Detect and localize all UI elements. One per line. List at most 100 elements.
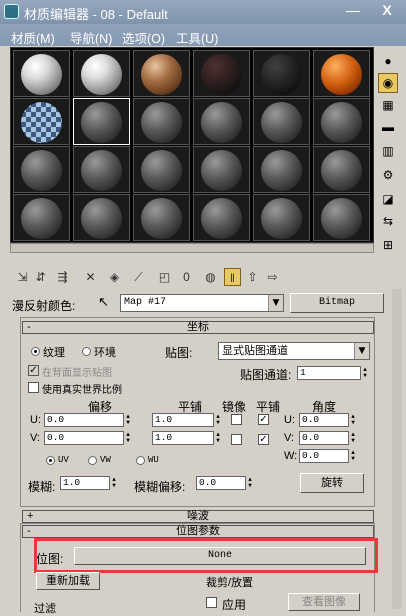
menu-material[interactable]: 材质(M) (11, 28, 55, 47)
reload-button[interactable]: 重新加载 (36, 572, 100, 590)
material-slot[interactable] (313, 194, 370, 241)
apply-checkbox[interactable] (206, 597, 217, 608)
show-map-on-back-checkbox[interactable]: ✓ (28, 365, 39, 376)
pick-map-icon[interactable]: ↖ (98, 294, 109, 310)
slots-horizontal-scrollbar[interactable] (10, 243, 374, 253)
make-preview-icon[interactable]: ⚙ (378, 165, 398, 185)
material-slot[interactable] (253, 50, 310, 97)
get-material-icon[interactable]: ⇲ (14, 268, 31, 286)
uv-radio[interactable] (46, 456, 55, 465)
material-slot[interactable] (313, 98, 370, 145)
material-slot[interactable] (133, 50, 190, 97)
material-slot[interactable] (253, 194, 310, 241)
material-slot[interactable] (253, 98, 310, 145)
spinner-arrows-icon[interactable]: ▲ ▼ (349, 432, 357, 444)
map-name-field[interactable]: Map #17 ▼ (120, 294, 284, 312)
w-angle-spinner[interactable]: 0.0 ▲ ▼ (299, 449, 355, 463)
coordinates-rollout-header[interactable]: - 坐标 (22, 321, 374, 334)
map-type-button[interactable]: Bitmap (290, 293, 384, 313)
show-map-in-viewport-icon[interactable]: ◍ (202, 268, 219, 286)
panel-vertical-scrollbar[interactable] (392, 289, 402, 609)
wu-radio[interactable] (136, 456, 145, 465)
blur-offset-spinner[interactable]: 0.0 ▲ ▼ (196, 476, 252, 490)
show-end-result-icon[interactable]: ‖ (224, 268, 241, 286)
v-offset-spinner[interactable]: 0.0 ▲ ▼ (44, 431, 130, 445)
options-icon[interactable]: ◪ (378, 189, 398, 209)
close-button[interactable]: X (372, 0, 402, 20)
material-slot[interactable] (313, 146, 370, 193)
material-id-icon[interactable]: 0 (178, 268, 195, 286)
go-forward-sibling-icon[interactable]: ⇨ (264, 268, 281, 286)
material-slot[interactable] (13, 50, 70, 97)
u-mirror-checkbox[interactable] (231, 414, 242, 425)
environ-radio[interactable] (82, 347, 91, 356)
v-tiling-spinner[interactable]: 1.0 ▲ ▼ (152, 431, 220, 445)
menu-tools[interactable]: 工具(U) (176, 28, 218, 47)
u-angle-spinner[interactable]: 0.0 ▲ ▼ (299, 413, 355, 427)
u-label: U: (30, 414, 41, 426)
uv-tiling-icon[interactable]: ▬ (378, 117, 398, 137)
menu-options[interactable]: 选项(O) (122, 28, 165, 47)
spinner-arrows-icon[interactable]: ▲ ▼ (246, 477, 254, 489)
assign-material-icon[interactable]: ⇶ (54, 268, 71, 286)
spinner-arrows-icon[interactable]: ▲ ▼ (214, 432, 222, 444)
material-slot[interactable] (13, 98, 70, 145)
material-slot[interactable] (133, 146, 190, 193)
material-slot[interactable] (73, 98, 130, 145)
view-image-button[interactable]: 查看图像 (288, 593, 360, 611)
select-by-material-icon[interactable]: ⇆ (378, 211, 398, 231)
texture-radio[interactable] (31, 347, 40, 356)
map-channel-spinner[interactable]: 1 ▲ ▼ (297, 366, 367, 380)
put-to-scene-icon[interactable]: ⇵ (32, 268, 49, 286)
material-slot[interactable] (193, 50, 250, 97)
menu-navigation[interactable]: 导航(N) (70, 28, 112, 47)
sample-type-icon[interactable]: ● (378, 51, 398, 71)
u-tile-checkbox[interactable]: ✓ (258, 414, 269, 425)
material-slot[interactable] (73, 146, 130, 193)
spinner-arrows-icon[interactable]: ▲ ▼ (361, 367, 369, 379)
material-slot[interactable] (73, 50, 130, 97)
make-copy-icon[interactable]: ◈ (106, 268, 123, 286)
u-offset-spinner[interactable]: 0.0 ▲ ▼ (44, 413, 130, 427)
v-angle-spinner[interactable]: 0.0 ▲ ▼ (299, 431, 355, 445)
backlight-icon[interactable]: ◉ (378, 73, 398, 93)
material-slot[interactable] (13, 194, 70, 241)
blur-spinner[interactable]: 1.0 ▲ ▼ (60, 476, 116, 490)
material-slot[interactable] (313, 50, 370, 97)
spinner-arrows-icon[interactable]: ▲ ▼ (124, 414, 132, 426)
chevron-down-icon[interactable]: ▼ (354, 343, 369, 359)
go-to-parent-icon[interactable]: ⇧ (244, 268, 261, 286)
material-map-navigator-icon[interactable]: ⊞ (378, 235, 398, 255)
u-tiling-spinner[interactable]: 1.0 ▲ ▼ (152, 413, 220, 427)
spinner-arrows-icon[interactable]: ▲ ▼ (349, 414, 357, 426)
bitmap-params-rollout-header[interactable]: - 位图参数 (22, 525, 374, 538)
spinner-arrows-icon[interactable]: ▲ ▼ (124, 432, 132, 444)
put-to-library-icon[interactable]: ◰ (156, 268, 173, 286)
real-world-scale-checkbox[interactable] (28, 382, 39, 393)
material-slot[interactable] (193, 194, 250, 241)
v-tile-checkbox[interactable]: ✓ (258, 434, 269, 445)
background-checker-icon[interactable]: ▦ (378, 95, 398, 115)
rotate-button[interactable]: 旋转 (300, 473, 364, 493)
material-slot[interactable] (193, 98, 250, 145)
material-slot[interactable] (133, 98, 190, 145)
v-mirror-checkbox[interactable] (231, 434, 242, 445)
vw-radio[interactable] (88, 456, 97, 465)
chevron-down-icon[interactable]: ▼ (268, 295, 283, 311)
u-angle-label: U: (284, 414, 295, 426)
material-slot[interactable] (193, 146, 250, 193)
material-slot[interactable] (73, 194, 130, 241)
mapping-dropdown[interactable]: 显式贴图通道 ▼ (218, 342, 370, 360)
material-slot[interactable] (253, 146, 310, 193)
make-unique-icon[interactable]: ⟋ (130, 268, 147, 286)
noise-header-label: 噪波 (187, 510, 209, 522)
material-slot[interactable] (133, 194, 190, 241)
noise-rollout-header[interactable]: + 噪波 (22, 510, 374, 523)
spinner-arrows-icon[interactable]: ▲ ▼ (110, 477, 118, 489)
reset-map-icon[interactable]: ✕ (82, 268, 99, 286)
video-color-check-icon[interactable]: ▥ (378, 141, 398, 161)
spinner-arrows-icon[interactable]: ▲ ▼ (349, 450, 357, 462)
minimize-button[interactable]: — (338, 0, 368, 20)
spinner-arrows-icon[interactable]: ▲ ▼ (214, 414, 222, 426)
material-slot[interactable] (13, 146, 70, 193)
